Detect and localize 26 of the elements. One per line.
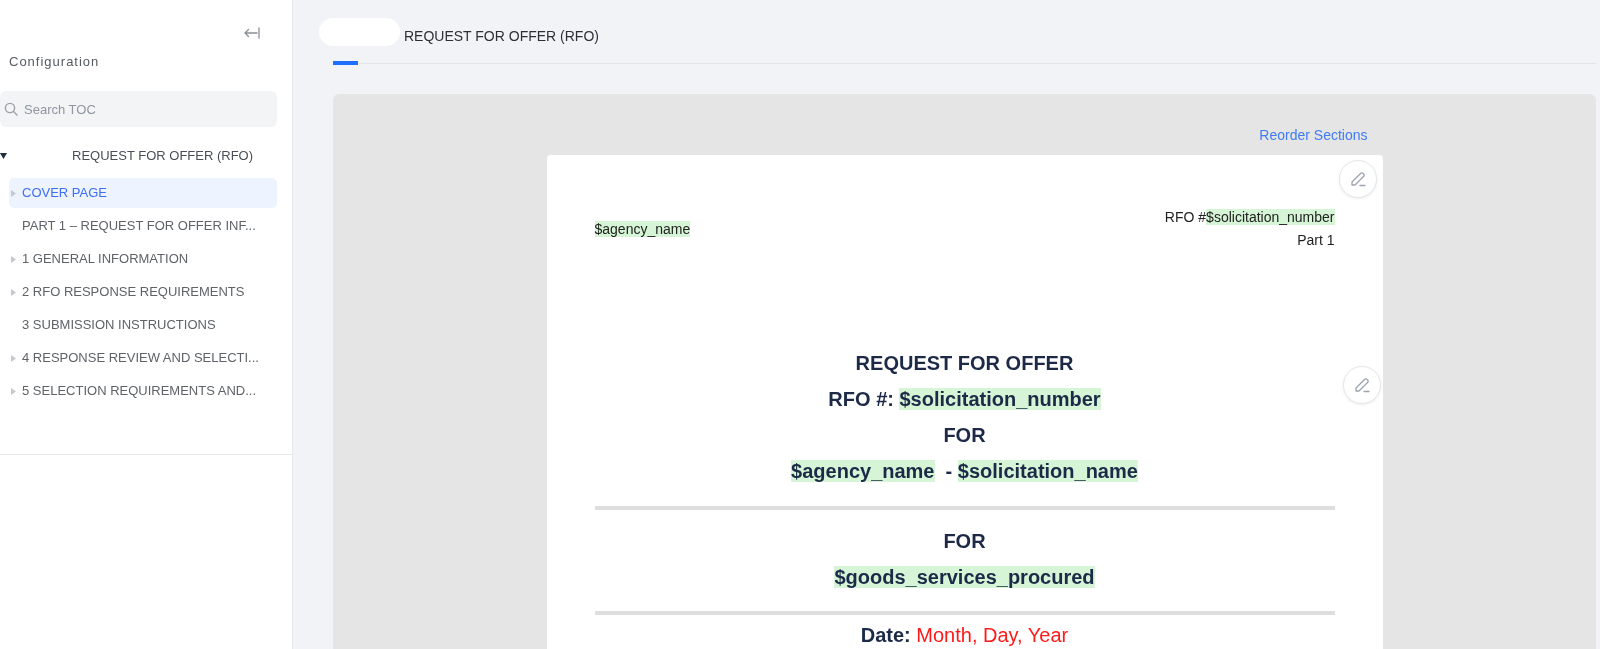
header-text: Part 1 (1297, 231, 1335, 250)
arrow-left-bar-icon (242, 27, 260, 39)
search-icon (4, 102, 18, 116)
toc-item[interactable]: 3 SUBMISSION INSTRUCTIONS (9, 310, 277, 340)
collapse-sidebar-button[interactable] (242, 26, 260, 40)
cover-text-line: REQUEST FOR OFFER (855, 351, 1074, 376)
toc-item[interactable]: COVER PAGE (9, 178, 277, 208)
cover-text-line: $agency_name - $solicitation_name (791, 459, 1138, 484)
edit-button[interactable] (1338, 160, 1377, 198)
toc-item[interactable]: 2 RFO RESPONSE REQUIREMENTS (9, 277, 277, 307)
header-text: $agency_name (594, 220, 691, 239)
toc-item[interactable]: 5 SELECTION REQUIREMENTS AND... (9, 376, 277, 406)
header-text: RFO #$solicitation_number (1164, 208, 1335, 227)
cover-text-line: Date: Month, Day, Year (860, 623, 1069, 647)
cover-text-line: FOR (943, 423, 986, 448)
edit-button[interactable] (1342, 366, 1381, 404)
toc-item[interactable]: REQUEST FOR OFFER (RFO) (0, 141, 292, 171)
toc-item[interactable]: 1 GENERAL INFORMATION (9, 244, 277, 274)
toc-item[interactable]: PART 1 – REQUEST FOR OFFER INF... (9, 211, 277, 241)
cover-text-line: RFO #: $solicitation_number (828, 387, 1101, 412)
reorder-sections-link[interactable]: Reorder Sections (1259, 125, 1368, 145)
cover-text-line: FOR (943, 529, 986, 554)
search-field[interactable]: Search TOC (0, 91, 277, 127)
sidebar-title: Configuration (8, 53, 100, 71)
tab[interactable]: REQUEST FOR OFFER (RFO) (319, 18, 599, 65)
toc-item[interactable]: 4 RESPONSE REVIEW AND SELECTI... (9, 343, 277, 373)
